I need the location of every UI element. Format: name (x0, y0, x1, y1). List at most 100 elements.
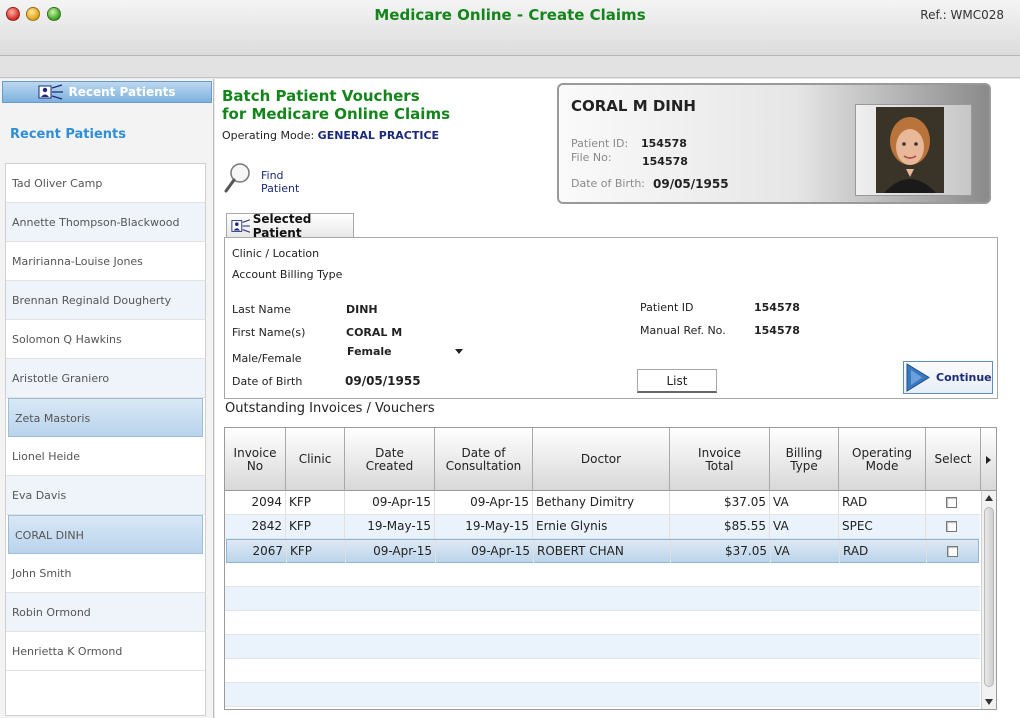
scroll-up-icon[interactable] (985, 495, 993, 501)
manual-ref-label: Manual Ref. No. (640, 324, 726, 337)
gender-select[interactable]: Female (347, 345, 463, 361)
col-operating-mode[interactable]: Operating Mode (839, 428, 926, 491)
cell-invoice-total: $37.05 (671, 540, 771, 563)
col-billing-type[interactable]: Billing Type (770, 428, 839, 491)
table-row[interactable]: 2094 KFP 09-Apr-15 09-Apr-15 Bethany Dim… (225, 491, 980, 515)
recent-patient-item[interactable]: Zeta Mastoris (8, 398, 203, 437)
cell-select (927, 540, 980, 563)
find-patient-button[interactable]: Find Patient (223, 162, 321, 195)
recent-patient-item[interactable]: Annette Thompson-Blackwood (6, 203, 205, 242)
cell-clinic: KFP (287, 540, 346, 563)
cell-invoice-no: 2842 (225, 515, 286, 538)
col-clinic[interactable]: Clinic (286, 428, 345, 491)
magnifier-icon (224, 163, 250, 193)
recent-patient-item[interactable]: Tad Oliver Camp (6, 164, 205, 203)
first-name-label: First Name(s) (232, 326, 306, 339)
table-row-empty (225, 659, 980, 683)
outstanding-invoices-title: Outstanding Invoices / Vouchers (225, 401, 435, 416)
cell-date-consultation: 09-Apr-15 (436, 540, 534, 563)
col-invoice-total[interactable]: Invoice Total (670, 428, 770, 491)
cell-date-created: 19-May-15 (345, 515, 435, 538)
table-row[interactable]: 2842 KFP 19-May-15 19-May-15 Ernie Glyni… (225, 515, 980, 539)
page-title-line1: Batch Patient Vouchers (222, 87, 420, 105)
patient-id-field-label: Patient ID (640, 301, 694, 314)
patient-photo (876, 107, 944, 193)
scroll-down-icon[interactable] (985, 699, 993, 705)
patient-card-icon (38, 84, 64, 100)
col-select[interactable]: Select (926, 428, 981, 491)
cell-doctor: Bethany Dimitry (533, 491, 670, 514)
scroll-right-icon[interactable] (980, 428, 996, 491)
recent-patient-item[interactable]: Robin Ormond (6, 593, 205, 632)
table-row-selected[interactable]: 2067 KFP 09-Apr-15 09-Apr-15 ROBERT CHAN… (226, 539, 979, 563)
window-ref: Ref.: WMC028 (920, 8, 1004, 22)
continue-button[interactable]: Continue (903, 361, 993, 394)
table-row-empty (225, 683, 980, 707)
invoices-table: Invoice No Clinic Date Created Date of C… (224, 427, 997, 710)
cell-operating-mode: RAD (839, 491, 926, 514)
first-name-value: CORAL M (346, 326, 403, 339)
page-title: Batch Patient Vouchers for Medicare Onli… (222, 87, 450, 123)
cell-doctor: ROBERT CHAN (534, 540, 671, 563)
account-billing-type-label: Account Billing Type (232, 268, 343, 281)
scrollbar-thumb[interactable] (984, 507, 994, 687)
recent-patient-item[interactable]: Brennan Reginald Dougherty (6, 281, 205, 320)
select-checkbox[interactable] (947, 546, 958, 557)
dob-field-label: Date of Birth (232, 375, 303, 388)
patient-card-name: CORAL M DINH (571, 97, 696, 115)
recent-patient-item[interactable]: John Smith (6, 554, 205, 593)
recent-patient-item[interactable]: Lionel Heide (6, 437, 205, 476)
cell-invoice-total: $37.05 (670, 491, 770, 514)
file-no-label: File No: (571, 151, 612, 164)
main-panel: Batch Patient Vouchers for Medicare Onli… (215, 79, 1020, 718)
cell-operating-mode: SPEC (839, 515, 926, 538)
continue-button-label: Continue (936, 371, 992, 384)
patient-photo-frame (855, 104, 972, 196)
sidebar-header-label: Recent Patients (68, 85, 176, 99)
col-date-consultation[interactable]: Date of Consultation (435, 428, 533, 491)
chevron-down-icon (455, 349, 463, 354)
operating-mode-label: Operating Mode: (222, 129, 315, 142)
table-row-empty (225, 635, 980, 659)
table-row-empty (225, 587, 980, 611)
patient-id-field-value: 154578 (754, 301, 800, 314)
cell-billing-type: VA (770, 491, 839, 514)
col-date-created[interactable]: Date Created (345, 428, 435, 491)
recent-patient-item-selected[interactable]: CORAL DINH (8, 515, 203, 554)
cell-billing-type: VA (771, 540, 840, 563)
recent-patient-item[interactable]: Solomon Q Hawkins (6, 320, 205, 359)
col-invoice-no[interactable]: Invoice No (225, 428, 286, 491)
patient-card: CORAL M DINH Patient ID: 154578 File No:… (557, 83, 991, 204)
recent-patient-item[interactable]: Aristotle Graniero (6, 359, 205, 398)
table-vertical-scrollbar[interactable] (981, 491, 996, 709)
cell-invoice-total: $85.55 (670, 515, 770, 538)
window-title: Medicare Online - Create Claims (374, 6, 646, 24)
select-checkbox[interactable] (946, 521, 957, 532)
cell-invoice-no: 2094 (225, 491, 286, 514)
cell-date-consultation: 19-May-15 (435, 515, 533, 538)
tab-selected-patient[interactable]: Selected Patient (226, 212, 354, 240)
title-bar: Medicare Online - Create Claims Ref.: WM… (0, 0, 1020, 56)
list-button[interactable]: List (637, 369, 717, 393)
file-no-value: 154578 (642, 155, 688, 168)
cell-select (926, 491, 980, 514)
gender-label: Male/Female (232, 352, 302, 365)
patient-card-icon (231, 219, 251, 233)
select-checkbox[interactable] (946, 497, 957, 508)
patient-id-value: 154578 (641, 137, 687, 150)
sidebar-title: Recent Patients (10, 127, 126, 142)
last-name-value: DINH (346, 303, 378, 316)
dob-field-value: 09/05/1955 (345, 374, 421, 388)
sidebar-header-tab[interactable]: Recent Patients (2, 81, 212, 103)
col-doctor[interactable]: Doctor (533, 428, 670, 491)
cell-operating-mode: RAD (840, 540, 927, 563)
recent-patient-item[interactable]: Henrietta K Ormond (6, 632, 205, 671)
recent-patient-item[interactable]: Maririanna-Louise Jones (6, 242, 205, 281)
table-header: Invoice No Clinic Date Created Date of C… (225, 428, 996, 491)
tab-selected-patient-label: Selected Patient (252, 212, 312, 240)
cell-billing-type: VA (770, 515, 839, 538)
cell-select (926, 515, 980, 538)
cell-doctor: Ernie Glynis (533, 515, 670, 538)
operating-mode-value: GENERAL PRACTICE (317, 129, 440, 142)
recent-patient-item[interactable]: Eva Davis (6, 476, 205, 515)
